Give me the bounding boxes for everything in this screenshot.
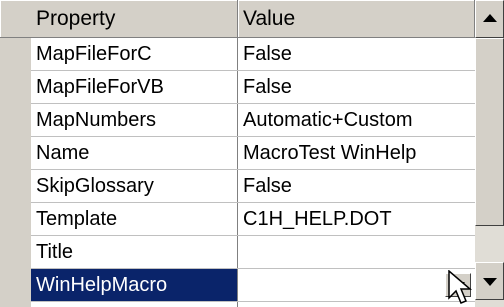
value-column-header[interactable]: Value [238, 0, 475, 37]
grid-row-template[interactable]: Template C1H_HELP.DOT [31, 203, 475, 236]
property-name: Template [31, 203, 238, 235]
property-value[interactable]: False [238, 38, 475, 70]
grid-row-skipglossary[interactable]: SkipGlossary False [31, 170, 475, 203]
property-value[interactable] [238, 236, 475, 268]
property-value[interactable]: Automatic+Custom [238, 104, 475, 136]
grid-row-mapnumbers[interactable]: MapNumbers Automatic+Custom [31, 104, 475, 137]
property-value-editor[interactable] [238, 269, 475, 301]
property-name: MapFileForC [31, 38, 238, 70]
grid-row-mapfileforvb[interactable]: MapFileForVB False [31, 71, 475, 104]
mouse-pointer-icon [448, 270, 473, 304]
row-selector-gutter [0, 38, 31, 307]
property-value[interactable]: C1H_HELP.DOT [238, 203, 475, 235]
property-value[interactable]: MacroTest WinHelp [238, 137, 475, 169]
arrow-down-icon[interactable] [475, 262, 504, 300]
grid-row-name[interactable]: Name MacroTest WinHelp [31, 137, 475, 170]
grid-header: Property Value [0, 0, 475, 38]
property-name: SkipGlossary [31, 170, 238, 202]
grid-row-title[interactable]: Title [31, 236, 475, 269]
property-value[interactable]: False [238, 71, 475, 103]
vertical-scrollbar[interactable] [475, 0, 504, 307]
property-column-header[interactable]: Property [0, 0, 238, 37]
grid-row-winhelpmacro[interactable]: WinHelpMacro [31, 269, 475, 302]
scrollbar-thumb[interactable] [475, 38, 504, 226]
property-name: MapFileForVB [31, 71, 238, 103]
property-name: Name [31, 137, 238, 169]
arrow-up-icon[interactable] [475, 0, 504, 38]
property-name-selected: WinHelpMacro [31, 269, 238, 301]
grid-row-partial [31, 302, 475, 307]
property-value[interactable]: False [238, 170, 475, 202]
property-name: Title [31, 236, 238, 268]
property-grid: Property Value MapFileForC False MapFile… [0, 0, 504, 307]
grid-row-mapfileforc[interactable]: MapFileForC False [31, 38, 475, 71]
property-name [31, 302, 238, 307]
property-name: MapNumbers [31, 104, 238, 136]
